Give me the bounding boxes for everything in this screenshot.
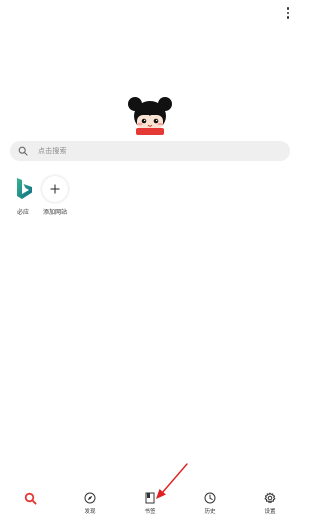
nav-bookmarks[interactable]: 书签 — [130, 491, 170, 515]
search-placeholder: 点击搜索 — [38, 147, 67, 155]
shortcut-label: 必应 — [16, 209, 29, 216]
shortcut-label: 添加网站 — [42, 209, 67, 216]
nav-discover[interactable]: 发现 — [70, 491, 110, 515]
more-vertical-icon — [286, 7, 290, 10]
nav-label: 设置 — [264, 509, 276, 515]
shortcut-add-website[interactable]: 添加网站 — [40, 176, 70, 216]
cartoon-girl-logo — [128, 97, 172, 135]
gear-icon — [263, 491, 277, 505]
clock-icon — [203, 491, 217, 505]
nav-label: 发现 — [84, 509, 96, 515]
more-options-button[interactable] — [282, 6, 294, 20]
shortcut-bing[interactable]: 必应 — [8, 176, 38, 216]
bookmark-icon — [143, 491, 157, 505]
search-icon — [23, 491, 37, 505]
nav-label: 历史 — [204, 509, 216, 515]
bing-icon — [10, 176, 36, 202]
nav-search[interactable] — [10, 491, 50, 514]
home-screen: 点击搜索 必应 添加网站 发现 书签 历史 设置 — [0, 0, 300, 518]
search-icon — [18, 145, 30, 157]
nav-history[interactable]: 历史 — [190, 491, 230, 515]
nav-label: 书签 — [144, 509, 156, 515]
nav-settings[interactable]: 设置 — [250, 491, 290, 515]
bottom-nav: 发现 书签 历史 设置 — [0, 488, 300, 518]
search-bar[interactable]: 点击搜索 — [10, 141, 290, 161]
plus-icon — [42, 176, 68, 202]
compass-icon — [83, 491, 97, 505]
